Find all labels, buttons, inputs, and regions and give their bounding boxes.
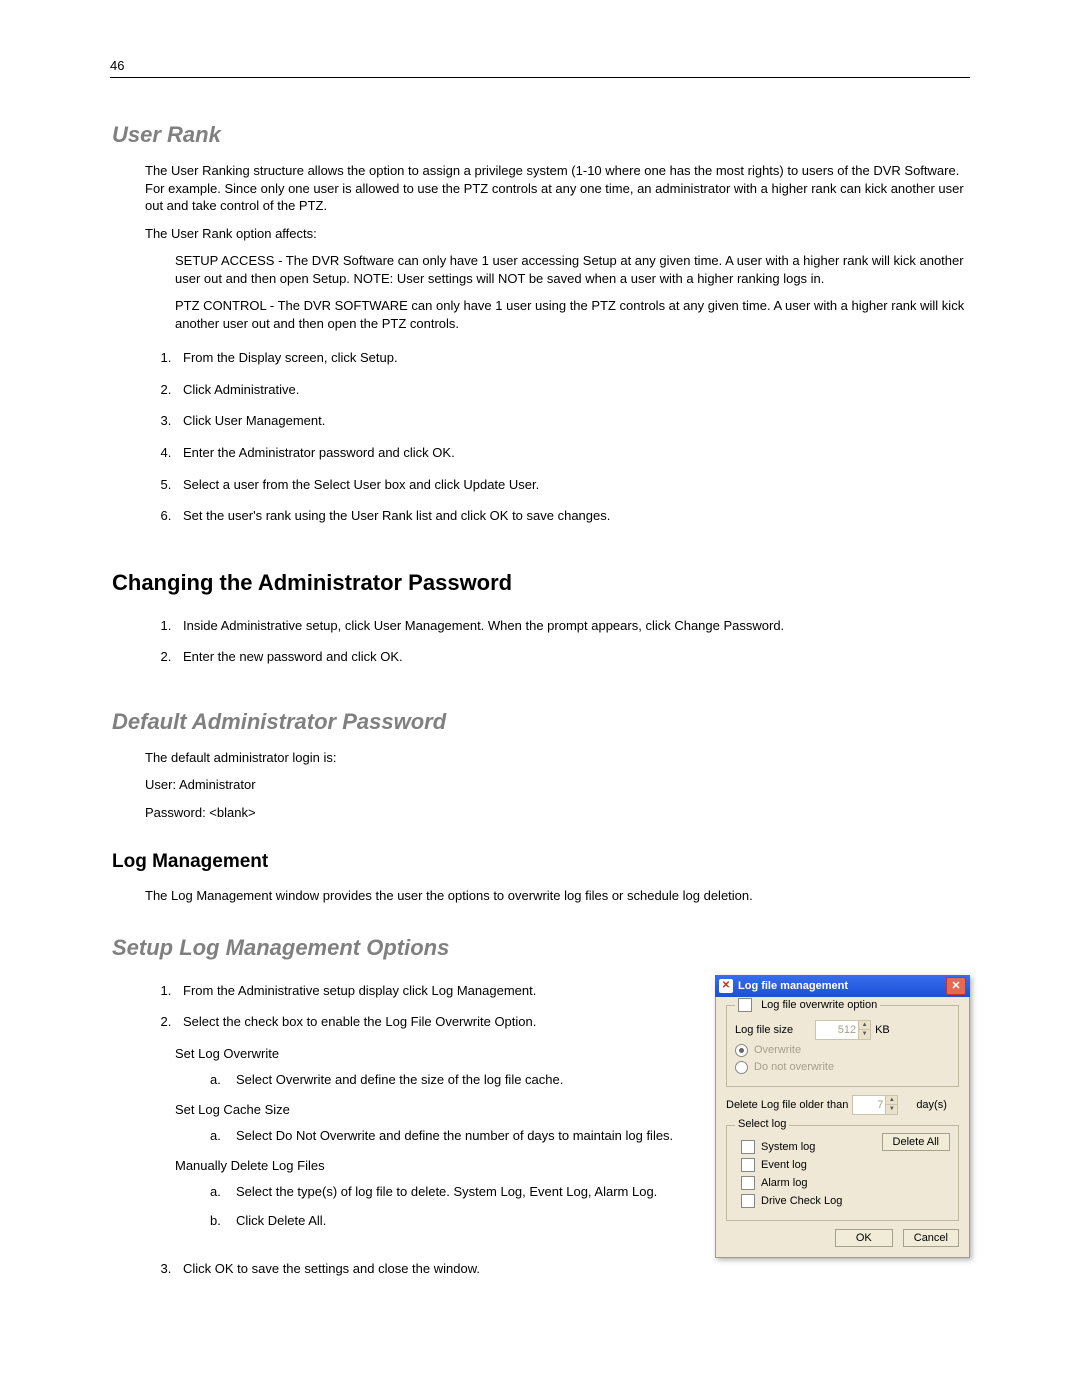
step: Click Administrative. <box>175 374 970 406</box>
delete-older-row: Delete Log file older than 7 ▲▼ day(s) <box>726 1095 959 1115</box>
log-management-dialog-figure: Log file management ✕ Log file overwrite… <box>715 975 970 1258</box>
setup-access-head: SETUP ACCESS <box>175 253 274 268</box>
log-management-p1: The Log Management window provides the u… <box>145 887 970 905</box>
setup-access-para: SETUP ACCESS - The DVR Software can only… <box>175 252 970 287</box>
delete-older-label: Delete Log file older than <box>726 1099 848 1111</box>
do-not-overwrite-row: Do not overwrite <box>735 1061 950 1074</box>
heading-setup-log-options: Setup Log Management Options <box>112 935 970 961</box>
group-overwrite-legend: Log file overwrite option <box>735 998 880 1012</box>
kb-label: KB <box>875 1024 890 1036</box>
page-number: 46 <box>110 58 970 73</box>
step: Set the user's rank using the User Rank … <box>175 500 970 532</box>
dialog-button-row: OK Cancel <box>726 1229 959 1247</box>
do-not-overwrite-radio[interactable] <box>735 1061 748 1074</box>
spinner-icon[interactable]: ▲▼ <box>858 1021 870 1039</box>
group-select-log: Select log System log Event log Alarm lo… <box>726 1125 959 1221</box>
user-rank-steps: From the Display screen, click Setup. Cl… <box>175 342 970 531</box>
alarm-log-checkbox[interactable] <box>741 1176 755 1190</box>
drive-check-log-row: Drive Check Log <box>741 1194 882 1208</box>
days-unit: day(s) <box>916 1099 947 1111</box>
spinner-icon[interactable]: ▲▼ <box>885 1096 897 1114</box>
overwrite-option-checkbox[interactable] <box>738 998 752 1012</box>
system-log-row: System log <box>741 1140 882 1154</box>
header-rule <box>110 77 970 78</box>
alarm-log-row: Alarm log <box>741 1176 882 1190</box>
setup-access-body: - The DVR Software can only have 1 user … <box>175 253 964 286</box>
ok-button[interactable]: OK <box>835 1229 893 1247</box>
step: Enter the new password and click OK. <box>175 641 970 673</box>
ptz-control-para: PTZ CONTROL - The DVR SOFTWARE can only … <box>175 297 970 332</box>
system-log-checkbox[interactable] <box>741 1140 755 1154</box>
cancel-button[interactable]: Cancel <box>903 1229 959 1247</box>
dialog-app-icon <box>719 979 733 993</box>
step: Click User Management. <box>175 405 970 437</box>
heading-change-password: Changing the Administrator Password <box>112 570 970 596</box>
heading-user-rank: User Rank <box>112 122 970 148</box>
default-login-text: The default administrator login is: <box>145 749 970 767</box>
change-password-steps: Inside Administrative setup, click User … <box>175 610 970 673</box>
user-rank-p1: The User Ranking structure allows the op… <box>145 162 970 215</box>
overwrite-radio-row: Overwrite <box>735 1044 950 1057</box>
log-file-size-row: Log file size 512 ▲▼ KB <box>735 1020 950 1040</box>
event-log-row: Event log <box>741 1158 882 1172</box>
dialog-titlebar[interactable]: Log file management ✕ <box>715 975 970 997</box>
default-password: Password: <blank> <box>145 804 970 822</box>
days-input[interactable]: 7 ▲▼ <box>852 1095 898 1115</box>
drive-check-log-checkbox[interactable] <box>741 1194 755 1208</box>
overwrite-radio[interactable] <box>735 1044 748 1057</box>
close-icon[interactable]: ✕ <box>946 977 966 995</box>
delete-all-button[interactable]: Delete All <box>882 1133 950 1151</box>
user-rank-p2: The User Rank option affects: <box>145 225 970 243</box>
default-user: User: Administrator <box>145 776 970 794</box>
log-file-size-input[interactable]: 512 ▲▼ <box>815 1020 871 1040</box>
ptz-control-head: PTZ CONTROL <box>175 298 266 313</box>
dialog-body: Log file overwrite option Log file size … <box>715 997 970 1258</box>
log-file-size-label: Log file size <box>735 1024 793 1036</box>
step: Select a user from the Select User box a… <box>175 469 970 501</box>
ptz-control-body: - The DVR SOFTWARE can only have 1 user … <box>175 298 964 331</box>
heading-log-management: Log Management <box>112 851 970 873</box>
log-management-dialog: Log file management ✕ Log file overwrite… <box>715 975 970 1258</box>
group-select-log-legend: Select log <box>735 1118 789 1130</box>
step: Inside Administrative setup, click User … <box>175 610 970 642</box>
step: From the Display screen, click Setup. <box>175 342 970 374</box>
dialog-title-text: Log file management <box>738 980 848 992</box>
heading-default-password: Default Administrator Password <box>112 709 970 735</box>
event-log-checkbox[interactable] <box>741 1158 755 1172</box>
step: Enter the Administrator password and cli… <box>175 437 970 469</box>
group-overwrite-option: Log file overwrite option Log file size … <box>726 1005 959 1087</box>
